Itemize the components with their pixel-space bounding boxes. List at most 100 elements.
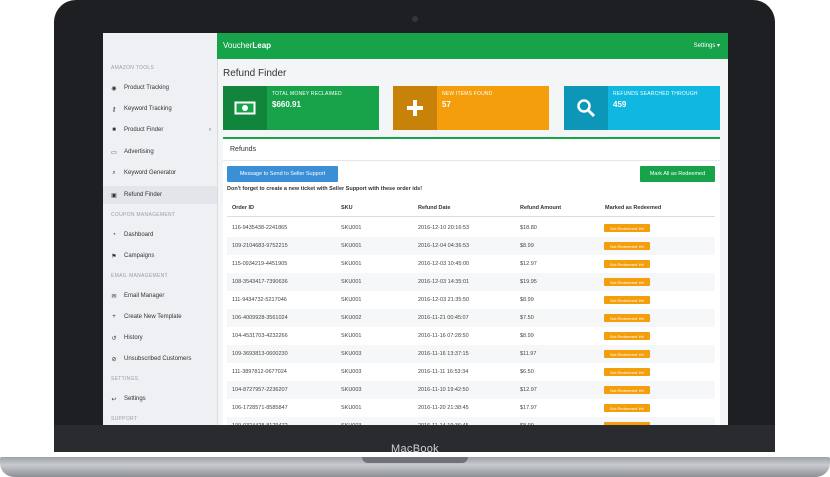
table-row[interactable]: 108-3543417-7390636 SKU001 2016-12-03 14:3… bbox=[227, 273, 715, 291]
sidebar-item-email-manager[interactable]: ✉ Email Manager bbox=[103, 287, 217, 305]
cell-refund-amount: $8.99 bbox=[520, 423, 534, 425]
cell-refund-amount: $17.97 bbox=[520, 405, 537, 411]
stat-value: $660.91 bbox=[272, 100, 301, 109]
cell-order-id: 104-4531703-4232266 bbox=[232, 333, 288, 339]
message-seller-support-button[interactable]: Message to Send to Seller Support bbox=[227, 166, 338, 182]
status-badge[interactable]: Not Redeemed Yet bbox=[604, 242, 650, 250]
cell-refund-amount: $11.97 bbox=[520, 351, 537, 357]
status-badge[interactable]: Not Redeemed Yet bbox=[604, 332, 650, 340]
cell-refund-date: 2016-11-21 00:45:07 bbox=[418, 315, 469, 321]
cell-sku: SKU001 bbox=[341, 333, 362, 339]
chevron-left-icon: ‹ bbox=[209, 127, 211, 133]
cell-sku: SKU003 bbox=[341, 369, 362, 375]
table-row[interactable]: 116-9435438-2241865 SKU001 2016-12-10 20:1… bbox=[227, 219, 715, 237]
cell-order-id: 106-1728571-8585847 bbox=[232, 405, 288, 411]
cell-sku: SKU003 bbox=[341, 423, 362, 425]
status-badge[interactable]: Not Redeemed Yet bbox=[604, 422, 650, 425]
sidebar-section-coupon-management: COUPON MANAGEMENT bbox=[111, 212, 176, 218]
app-logo[interactable]: VoucherLeap bbox=[223, 41, 271, 50]
cell-order-id: 115-0934219-4451905 bbox=[232, 261, 288, 267]
table-row[interactable]: 115-0934219-4451905 SKU001 2016-12-03 10:4… bbox=[227, 255, 715, 273]
sidebar-item-label: Settings bbox=[124, 396, 146, 402]
camera-icon bbox=[412, 16, 418, 22]
status-badge[interactable]: Not Redeemed Yet bbox=[604, 224, 650, 232]
cell-refund-date: 2016-12-03 14:35:01 bbox=[418, 279, 470, 285]
logo-text-leap: Leap bbox=[252, 41, 272, 50]
sidebar-item-keyword-tracking[interactable]: ⚷ Keyword Tracking bbox=[103, 100, 217, 118]
table-row[interactable]: 106-1728571-8585847 SKU001 2016-11-20 21:3… bbox=[227, 399, 715, 417]
advertising-icon: ▭ bbox=[111, 149, 117, 156]
column-header-refund-date[interactable]: Refund Date bbox=[418, 205, 450, 211]
cell-refund-amount: $8.99 bbox=[520, 333, 534, 339]
page-title: Refund Finder bbox=[223, 68, 287, 79]
sidebar-item-product-finder[interactable]: ■ Product Finder ‹ bbox=[103, 121, 217, 139]
table-row[interactable]: 109-0324428-8179472 SKU003 2016-11-14 19:3… bbox=[227, 417, 715, 425]
device-brand: MacBook bbox=[391, 443, 439, 455]
table-row[interactable]: 111-9434732-5217046 SKU001 2016-12-03 21:3… bbox=[227, 291, 715, 309]
briefcase-icon: ■ bbox=[112, 127, 116, 133]
cell-sku: SKU001 bbox=[341, 243, 362, 249]
table-row[interactable]: 104-8727957-2236207 SKU003 2016-11-10 19:4… bbox=[227, 381, 715, 399]
cell-sku: SKU001 bbox=[341, 297, 362, 303]
sidebar-section-settings: SETTINGS bbox=[111, 376, 139, 382]
stat-card-new-items: NEW ITEMS FOUND 57 bbox=[393, 86, 549, 130]
status-badge[interactable]: Not Redeemed Yet bbox=[604, 386, 650, 394]
cell-refund-amount: $18.80 bbox=[520, 225, 537, 231]
sidebar-item-refund-finder[interactable]: ▣ Refund Finder bbox=[103, 186, 217, 204]
column-header-order-id[interactable]: Order ID bbox=[232, 205, 254, 211]
cell-order-id: 104-8727957-2236207 bbox=[232, 387, 288, 393]
sidebar-item-dashboard[interactable]: ◔ Dashboard bbox=[103, 226, 217, 244]
stat-value: 57 bbox=[442, 100, 451, 109]
cell-refund-amount: $6.50 bbox=[520, 369, 534, 375]
sidebar-item-label: Create New Template bbox=[124, 314, 182, 320]
sidebar-item-product-tracking[interactable]: ◉ Product Tracking bbox=[103, 79, 217, 97]
status-badge[interactable]: Not Redeemed Yet bbox=[604, 296, 650, 304]
status-badge[interactable]: Not Redeemed Yet bbox=[604, 368, 650, 376]
table-row[interactable]: 109-2104683-9752215 SKU001 2016-12-04 04:3… bbox=[227, 237, 715, 255]
table-row[interactable]: 109-3693813-0600230 SKU003 2016-11-16 13:3… bbox=[227, 345, 715, 363]
sidebar: AMAZON TOOLS ◉ Product Tracking ⚷ Keywor… bbox=[103, 33, 218, 425]
sidebar-item-settings[interactable]: ↩ Settings bbox=[103, 390, 217, 408]
cell-order-id: 116-9435438-2241865 bbox=[232, 225, 288, 231]
status-badge[interactable]: Not Redeemed Yet bbox=[604, 314, 650, 322]
table-row[interactable]: 106-4009928-3561024 SKU002 2016-11-21 00:4… bbox=[227, 309, 715, 327]
sidebar-item-campaigns[interactable]: ⚑ Campaigns bbox=[103, 247, 217, 265]
cell-sku: SKU001 bbox=[341, 261, 362, 267]
sidebar-section-email-management: EMAIL MANAGEMENT bbox=[111, 273, 168, 279]
column-header-marked-redeemed[interactable]: Marked as Redeemed bbox=[605, 205, 661, 211]
sidebar-item-history[interactable]: ↺ History bbox=[103, 329, 217, 347]
table-row[interactable]: 104-4531703-4232266 SKU001 2016-11-16 07:2… bbox=[227, 327, 715, 345]
sidebar-item-keyword-generator[interactable]: ⌕ Keyword Generator bbox=[103, 164, 217, 182]
cell-order-id: 111-3897812-0677024 bbox=[232, 369, 287, 375]
status-badge[interactable]: Not Redeemed Yet bbox=[604, 404, 650, 412]
sidebar-item-label: Unsubscribed Customers bbox=[124, 356, 192, 362]
top-bar: VoucherLeap Settings ▾ bbox=[217, 33, 728, 59]
sidebar-item-create-new-template[interactable]: + Create New Template bbox=[103, 308, 217, 326]
sidebar-item-advertising[interactable]: ▭ Advertising bbox=[103, 143, 217, 161]
column-header-refund-amount[interactable]: Refund Amount bbox=[520, 205, 561, 211]
table-row[interactable]: 111-3897812-0677024 SKU003 2016-11-11 16:5… bbox=[227, 363, 715, 381]
status-badge[interactable]: Not Redeemed Yet bbox=[604, 350, 650, 358]
cell-refund-date: 2016-11-11 16:53:34 bbox=[418, 369, 469, 375]
settings-dropdown[interactable]: Settings ▾ bbox=[694, 42, 720, 49]
stat-label: REFUNDS SEARCHED THROUGH bbox=[613, 91, 698, 97]
cell-order-id: 111-9434732-5217046 bbox=[232, 297, 287, 303]
cell-refund-date: 2016-11-16 07:28:50 bbox=[418, 333, 469, 339]
status-badge[interactable]: Not Redeemed Yet bbox=[604, 278, 650, 286]
cell-refund-amount: $12.97 bbox=[520, 387, 537, 393]
status-badge[interactable]: Not Redeemed Yet bbox=[604, 260, 650, 268]
cell-refund-amount: $19.95 bbox=[520, 279, 537, 285]
cell-order-id: 109-3693813-0600230 bbox=[232, 351, 288, 357]
app-screen: AMAZON TOOLS ◉ Product Tracking ⚷ Keywor… bbox=[103, 33, 728, 425]
mark-all-redeemed-button[interactable]: Mark All as Redeemed bbox=[640, 166, 715, 182]
stat-label: NEW ITEMS FOUND bbox=[442, 91, 493, 97]
cell-refund-date: 2016-12-04 04:36:53 bbox=[418, 243, 470, 249]
cell-refund-date: 2016-11-14 19:36:45 bbox=[418, 423, 469, 425]
cell-order-id: 109-2104683-9752215 bbox=[232, 243, 288, 249]
sidebar-section-amazon-tools: AMAZON TOOLS bbox=[111, 65, 155, 71]
cell-order-id: 106-4009928-3561024 bbox=[232, 315, 288, 321]
cell-refund-amount: $12.97 bbox=[520, 261, 537, 267]
sidebar-item-unsubscribed-customers[interactable]: ⊘ Unsubscribed Customers bbox=[103, 350, 217, 368]
sidebar-item-label: Dashboard bbox=[124, 232, 154, 238]
column-header-sku[interactable]: SKU bbox=[341, 205, 353, 211]
